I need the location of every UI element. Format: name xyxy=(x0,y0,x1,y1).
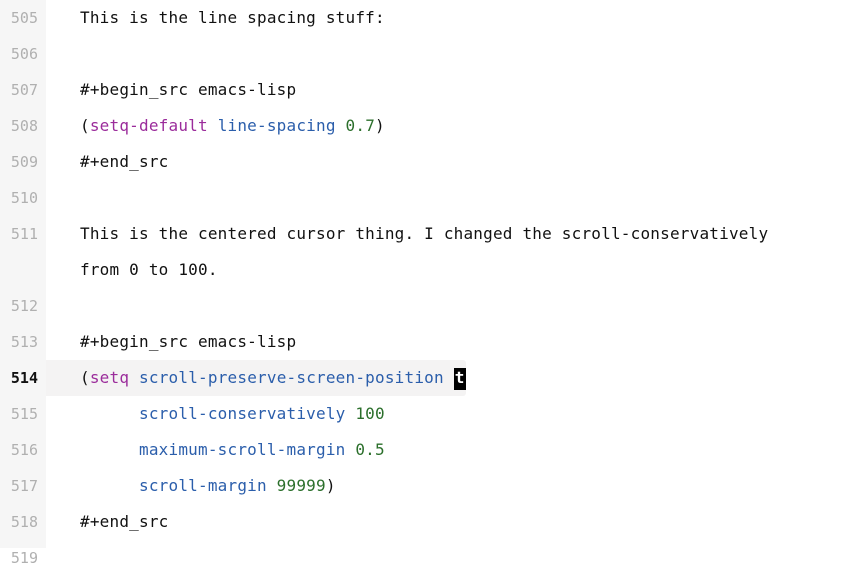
line-number: 515 xyxy=(0,396,46,432)
line-number: 517 xyxy=(0,468,46,504)
line-number: 507 xyxy=(0,72,46,108)
line-number: 508 xyxy=(0,108,46,144)
line-number: 518 xyxy=(0,504,46,540)
line-number: 505 xyxy=(0,0,46,36)
line-number: 506 xyxy=(0,36,46,72)
code-area[interactable] xyxy=(46,0,861,548)
line-number: 509 xyxy=(0,144,46,180)
line-number: 519 xyxy=(0,540,46,576)
line-number: 516 xyxy=(0,432,46,468)
editor-pane[interactable]: 505 This is the line spacing stuff: 506 … xyxy=(0,0,861,548)
line-number: 513 xyxy=(0,324,46,360)
text xyxy=(80,548,90,567)
line-number: 512 xyxy=(0,288,46,324)
line-number: 510 xyxy=(0,180,46,216)
line-number: 511 xyxy=(0,216,46,252)
line-number-current: 514 xyxy=(0,360,46,396)
